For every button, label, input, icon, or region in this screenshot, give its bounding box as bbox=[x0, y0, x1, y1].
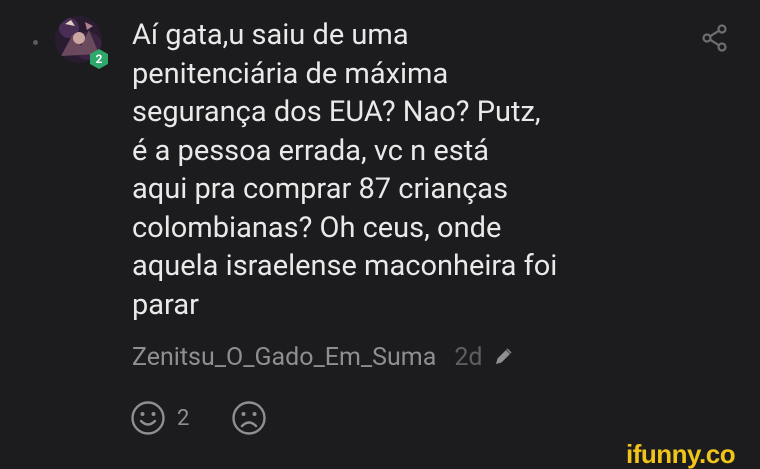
frown-reaction-icon[interactable] bbox=[231, 400, 267, 436]
comment-meta: Zenitsu_O_Gado_Em_Suma 2d bbox=[132, 340, 514, 374]
share-icon[interactable] bbox=[702, 24, 728, 52]
pencil-icon bbox=[492, 346, 514, 368]
reactions-bar: 2 bbox=[130, 398, 267, 438]
comment-screen: 2 Aí gata,u saiu de uma penitenciária de… bbox=[0, 0, 760, 469]
thread-bullet bbox=[33, 40, 38, 45]
smile-reaction-icon[interactable] bbox=[130, 400, 166, 436]
comment-age: 2d bbox=[454, 342, 483, 372]
author-name[interactable]: Zenitsu_O_Gado_Em_Suma bbox=[132, 343, 436, 372]
smile-count: 2 bbox=[177, 405, 190, 431]
ifunny-watermark: ifunny.co bbox=[626, 439, 736, 469]
level-badge: 2 bbox=[88, 48, 110, 70]
comment-text: Aí gata,u saiu de uma penitenciária de m… bbox=[132, 18, 558, 322]
level-number: 2 bbox=[95, 52, 103, 66]
